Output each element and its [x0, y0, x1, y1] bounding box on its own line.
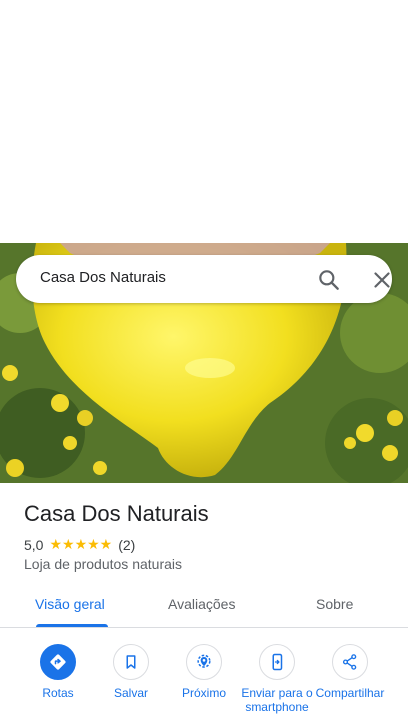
- place-category: Loja de produtos naturais: [24, 556, 182, 572]
- search-icon[interactable]: [316, 267, 342, 293]
- share-label: Compartilhar: [315, 686, 385, 700]
- share-button[interactable]: Compartilhar: [310, 644, 390, 700]
- rating-value: 5,0: [24, 536, 44, 553]
- tab-bar: Visão geral Avaliações Sobre: [0, 585, 408, 628]
- search-input[interactable]: Casa Dos Naturais: [40, 269, 166, 286]
- search-bar[interactable]: Casa Dos Naturais: [16, 255, 392, 303]
- star-rating: ★★★★★: [49, 536, 113, 552]
- save-button[interactable]: Salvar: [91, 644, 171, 700]
- send-to-phone-icon: [259, 644, 295, 680]
- nearby-button[interactable]: Próximo: [164, 644, 244, 700]
- directions-icon: [40, 644, 76, 680]
- tab-overview[interactable]: Visão geral: [35, 596, 105, 612]
- directions-label: Rotas: [42, 686, 74, 700]
- bookmark-icon: [113, 644, 149, 680]
- share-icon: [332, 644, 368, 680]
- tab-about[interactable]: Sobre: [316, 596, 353, 612]
- nearby-label: Próximo: [181, 686, 226, 700]
- active-tab-indicator: [36, 624, 108, 627]
- save-label: Salvar: [113, 686, 148, 700]
- send-to-phone-button[interactable]: Enviar para o smartphone: [237, 644, 317, 714]
- map-blank-area: [0, 0, 408, 243]
- directions-button[interactable]: Rotas: [18, 644, 98, 700]
- send-to-phone-label: Enviar para o smartphone: [241, 686, 313, 714]
- rating-row[interactable]: 5,0 ★★★★★ (2): [24, 536, 135, 553]
- close-icon[interactable]: [369, 267, 395, 293]
- review-count[interactable]: (2): [118, 537, 135, 553]
- place-title: Casa Dos Naturais: [24, 501, 209, 526]
- nearby-icon: [186, 644, 222, 680]
- tab-reviews[interactable]: Avaliações: [168, 596, 235, 612]
